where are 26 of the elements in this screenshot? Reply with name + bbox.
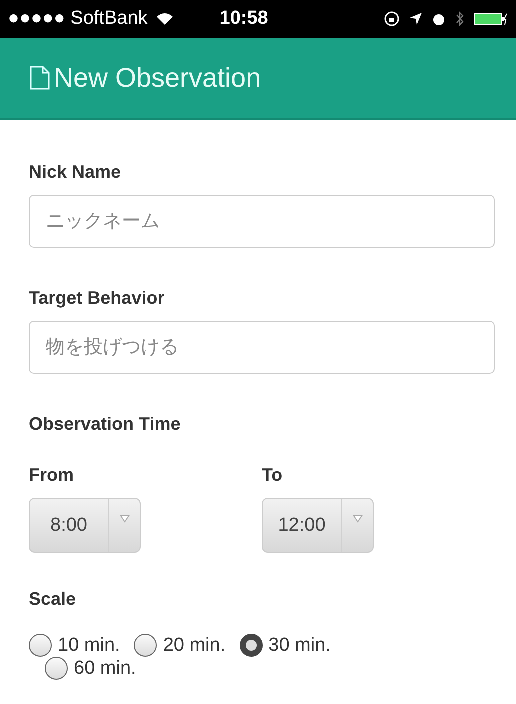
field-label: To xyxy=(262,465,284,486)
location-icon xyxy=(409,12,423,26)
document-icon xyxy=(30,66,50,90)
time-select[interactable]: 8:00 xyxy=(29,498,141,553)
caret-icon xyxy=(120,515,130,523)
field-label: Nick Name xyxy=(29,162,122,183)
field-label: Target Behavior xyxy=(29,288,166,309)
bluetooth-icon xyxy=(455,11,465,27)
radio-option[interactable]: 10 min. xyxy=(29,634,120,657)
radio-option[interactable]: 30 min. xyxy=(240,634,331,657)
text-field[interactable]: ニックネーム xyxy=(29,195,495,248)
text-field[interactable]: 物を投げつける xyxy=(29,321,495,374)
page-title: New Observation xyxy=(54,62,262,94)
alarm-icon xyxy=(432,12,446,26)
caret-icon xyxy=(352,515,362,523)
field-label: From xyxy=(29,465,75,486)
radio-option[interactable]: 20 min. xyxy=(134,634,226,657)
battery-icon xyxy=(474,12,508,26)
section-label: Observation Time xyxy=(29,414,182,435)
rotation-lock-icon xyxy=(384,11,400,27)
radio-option[interactable]: 60 min. xyxy=(45,657,136,680)
time-select[interactable]: 12:00 xyxy=(262,498,374,553)
section-label: Scale xyxy=(29,589,78,610)
wifi-icon xyxy=(156,12,174,26)
carrier-text: ●●●●● SoftBank xyxy=(8,8,148,30)
clock-text: 10:58 xyxy=(220,8,268,30)
